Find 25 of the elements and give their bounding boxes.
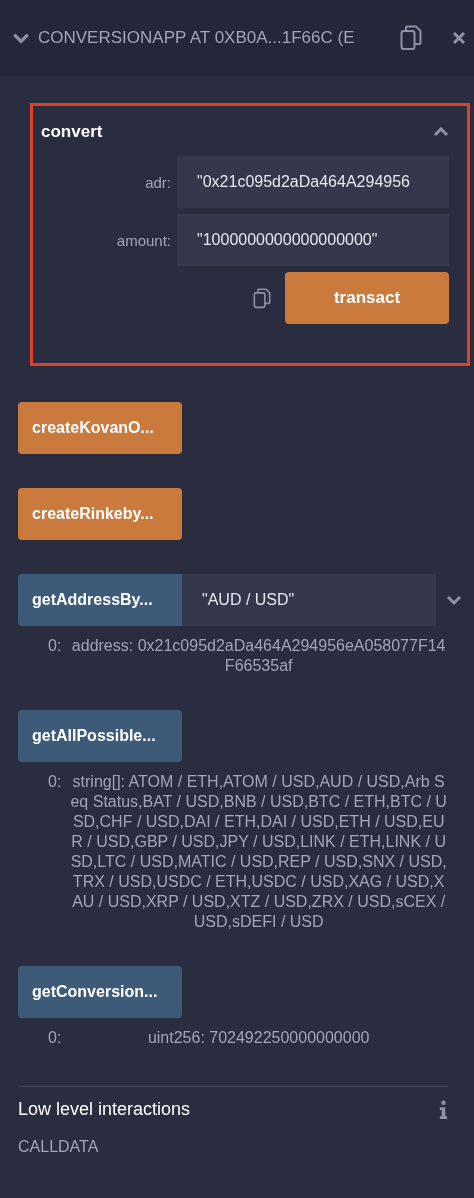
section-title: Low level interactions [18,1099,191,1120]
output-value: uint256: 702492250000000000 [146,1028,371,1048]
chevron-icon[interactable] [12,31,30,45]
function-button[interactable]: getAllPossible... [18,710,182,762]
input-field[interactable]: "AUD / USD" [182,574,436,626]
output-index: 0: [48,636,62,656]
input-field[interactable]: "1000000000000000000" [177,214,449,266]
copy-icon[interactable] [253,287,271,309]
calldata-label: CALLDATA [18,1138,99,1156]
output-index: 0: [48,772,62,792]
output-value: string[]: ATOM / ETH,ATOM / USD,AUD / USD,Arb Seq Status,BAT / USD,BNB / USD,BTC / ETH,BTC / USD,CHF / USD,DAI / ETH,DAI / USD,ETH / USD,EUR / USD,GBP / USD,JPY / USD,LINK / ETH,LINK / USD,LTC / USD,MATIC / USD,REP / USD,SNX / USD,TRX / USD,USDC / ETH,USDC / USD,XAG / USD,XAU / USD,XRP / USD,XTZ / USD,ZRX / USD,sCEX / USD,sDEFI / USD [69,772,448,932]
function-title: convert [41,122,103,142]
close-icon[interactable] [452,31,466,45]
input-field[interactable]: "0x21c095d2aDa464A294956 [177,156,449,208]
field-label: adr: [145,173,171,191]
output-index: 0: [48,1028,62,1048]
chevron-icon[interactable] [446,594,462,606]
info-icon[interactable] [439,1099,448,1120]
field-label: amount: [116,231,171,249]
collapse-icon[interactable] [433,127,449,137]
output-value: address: 0x21c095d2aDa464A294956eA058077F14F66535af [70,636,447,676]
function-button[interactable]: getConversion... [18,966,182,1018]
copy-icon[interactable] [400,25,422,51]
function-button[interactable]: getAddressBy... [18,574,182,626]
contract-title: CONVERSIONAPP AT 0XB0A...1F66C (E [38,28,356,48]
